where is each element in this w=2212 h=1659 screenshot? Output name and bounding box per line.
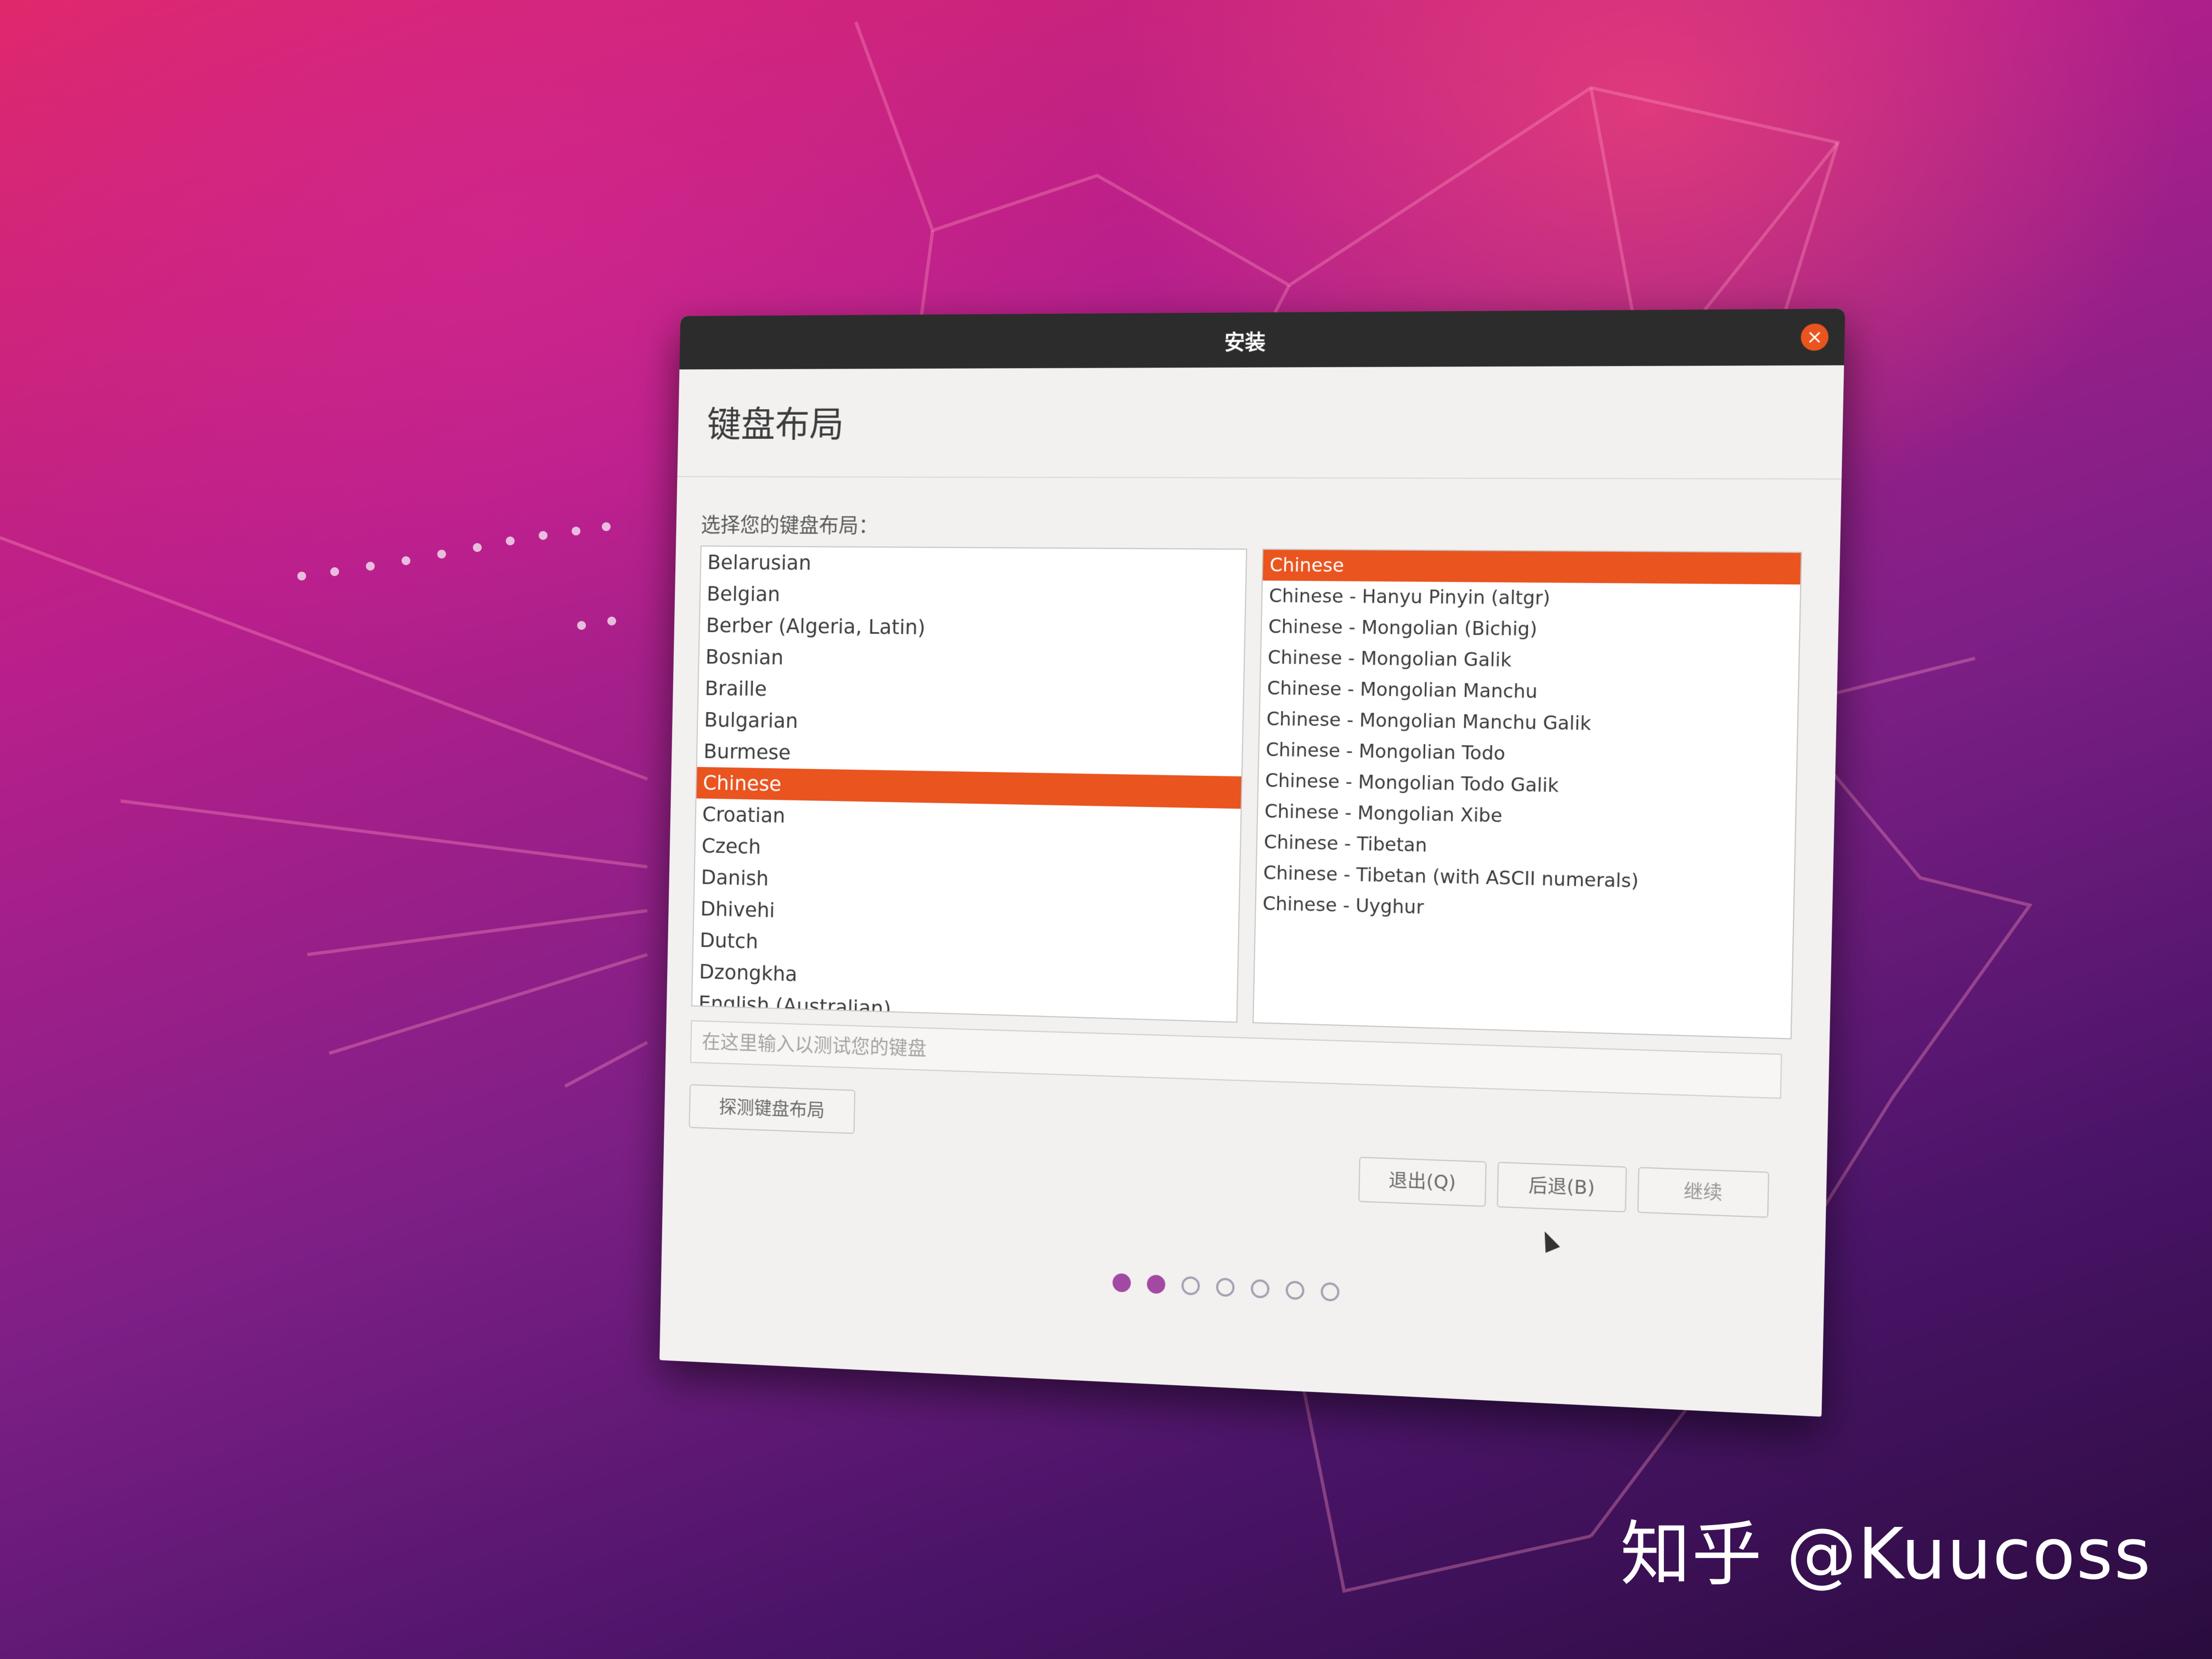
window-title: 安装	[1224, 329, 1266, 354]
list-item[interactable]: Chinese - Mongolian (Bichig)	[1262, 611, 1800, 647]
list-item[interactable]: Berber (Algeria, Latin)	[699, 610, 1245, 647]
step-progress-indicator	[661, 1254, 1824, 1323]
mouse-cursor-icon	[1537, 1228, 1560, 1253]
keyboard-variant-list[interactable]: Chinese Chinese - Hanyu Pinyin (altgr) Chi…	[1252, 549, 1802, 1040]
divider	[677, 476, 1842, 480]
close-icon[interactable]: ×	[1800, 323, 1829, 351]
list-item[interactable]: Chinese - Hanyu Pinyin (altgr)	[1262, 580, 1801, 616]
watermark: 知乎 @Kuucoss	[1620, 1514, 2152, 1595]
layout-prompt-label: 选择您的键盘布局：	[701, 513, 879, 538]
list-item-selected[interactable]: Chinese	[1262, 550, 1801, 585]
list-item[interactable]: Bosnian	[699, 641, 1244, 679]
continue-button[interactable]: 继续	[1637, 1167, 1769, 1218]
quit-button[interactable]: 退出(Q)	[1358, 1156, 1487, 1207]
installer-window: 安装 × 键盘布局 选择您的键盘布局： Belarusian Belgian Ber…	[659, 308, 1846, 1417]
page-title: 键盘布局	[707, 404, 844, 445]
back-button[interactable]: 后退(B)	[1497, 1161, 1627, 1212]
window-titlebar[interactable]: 安装 ×	[679, 308, 1846, 370]
step-dot	[1250, 1279, 1270, 1299]
keyboard-layout-list[interactable]: Belarusian Belgian Berber (Algeria, Latin)…	[691, 545, 1248, 1023]
list-item[interactable]: Belarusian	[701, 546, 1246, 582]
list-item[interactable]: Belgian	[700, 578, 1245, 614]
step-dot	[1181, 1276, 1200, 1296]
detect-layout-button[interactable]: 探测键盘布局	[689, 1084, 856, 1134]
step-dot	[1285, 1280, 1305, 1300]
step-dot	[1321, 1282, 1340, 1302]
step-dot-completed	[1112, 1273, 1131, 1293]
step-dot-completed	[1147, 1274, 1166, 1294]
step-dot	[1216, 1277, 1235, 1297]
